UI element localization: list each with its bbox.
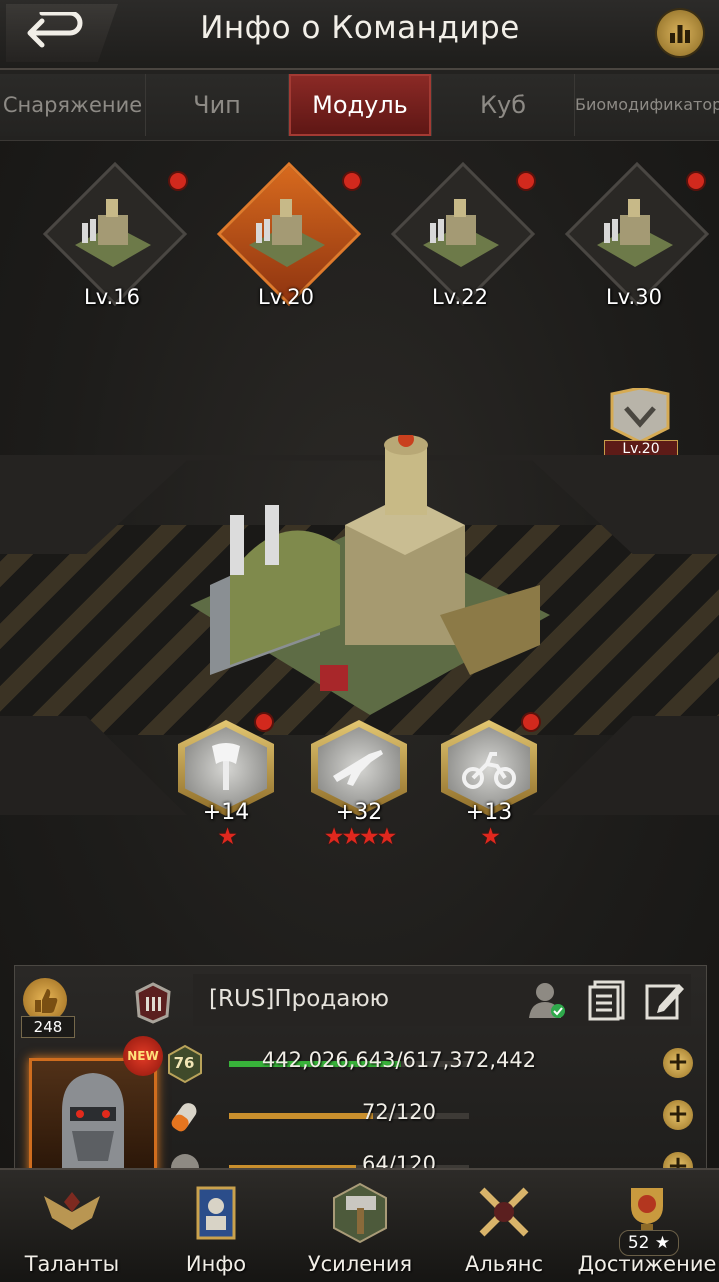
module-level: Lv.20 [258,285,314,309]
notification-dot [170,173,186,189]
star-rating: ★ [480,824,501,850]
commander-portrait[interactable] [29,1058,157,1177]
module-slot-2[interactable]: Lv.20 [216,161,362,309]
page-title: Инфо о Командире [200,10,520,46]
chevron-shield-icon [610,386,670,444]
nav-label: Усиления [307,1252,413,1276]
tab-module[interactable]: Модуль [289,74,432,136]
module-level: Lv.16 [84,285,140,309]
friend-status-icon[interactable] [525,978,569,1022]
nav-info[interactable]: Инфо [144,1170,288,1282]
skill-bonus: +32 [335,800,383,825]
nav-label: Инфо [185,1252,247,1276]
stamina-row: 72/120 + [163,1096,693,1136]
module-level: Lv.22 [432,285,488,309]
module-slot-4[interactable]: Lv.30 [564,161,710,309]
module-level-badge[interactable]: Lv.20 [604,386,678,464]
rank-icon [133,982,173,1024]
module-slot-3[interactable]: Lv.22 [390,161,536,309]
factory-icon [597,199,673,267]
wings-emblem-icon [44,1192,100,1230]
stats-button[interactable] [657,10,703,56]
new-badge: NEW [123,1036,163,1076]
tab-chip[interactable]: Чип [146,74,289,136]
skill-bonus: +13 [465,800,513,825]
edit-icon[interactable] [643,978,687,1022]
nav-label: Таланты [24,1252,120,1276]
module-factory-image [190,435,550,715]
tab-biomodifier[interactable]: Биомодификатор [575,74,719,136]
tab-cube[interactable]: Куб [432,74,575,136]
commander-level: 76 [173,1054,195,1072]
tab-equipment[interactable]: Снаряжение [0,74,146,136]
add-button[interactable]: + [663,1100,693,1130]
nav-achievements[interactable]: 52 ★ Достижение [575,1170,719,1282]
header-bar: Инфо о Командире [0,0,719,70]
notification-dot [518,173,534,189]
add-button[interactable]: + [663,1048,693,1078]
stamina-icon [171,1103,197,1132]
rifle-icon [333,750,383,786]
nav-boosts[interactable]: Усиления [288,1170,432,1282]
player-name: [RUS]Продаюю [209,986,390,1012]
star-rating: ★ [217,824,238,850]
motorcycle-icon [462,752,516,789]
skill-slot-axe[interactable]: +14 ★ [178,714,274,850]
module-level: Lv.30 [606,285,662,309]
hammer-icon [333,1182,387,1244]
nav-alliance[interactable]: Альянс [432,1170,576,1282]
module-slot-1[interactable]: Lv.16 [42,161,188,309]
factory-icon [249,199,325,267]
bottom-nav: Таланты Инфо Усиления Альянс 52 ★ Достиж… [0,1168,719,1282]
notification-dot [344,173,360,189]
tab-bar: Снаряжение Чип Модуль Куб Биомодификатор [0,70,719,141]
factory-icon [423,199,499,267]
skill-slot-motorcycle[interactable]: +13 ★ [441,714,539,850]
skill-bonus: +14 [202,800,250,825]
notification-dot [256,714,272,730]
nav-label: Альянс [464,1252,544,1276]
commander-card-icon [196,1186,236,1240]
nav-talents[interactable]: Таланты [0,1170,144,1282]
star-rating: ★★★★ [323,824,397,850]
axe-icon [212,743,240,790]
notification-dot [523,714,539,730]
nav-label: Достижение [577,1252,717,1276]
commander-info-panel: 248 [RUS]Продаюю NEW 76 442,026,643/617,… [14,965,707,1177]
level-progress-row: 76 442,026,643/617,372,442 + [163,1044,693,1084]
skill-slot-rifle[interactable]: +32 ★★★★ [311,720,407,850]
back-button[interactable] [6,4,118,62]
bar-chart-icon [670,25,690,43]
progress-text: 72/120 [362,1100,436,1124]
notification-dot [688,173,704,189]
records-icon[interactable] [585,978,629,1022]
commander-avatar [62,1073,124,1174]
like-count: 248 [21,1016,75,1038]
factory-icon [75,199,151,267]
back-arrow-icon [27,12,83,48]
crossed-swords-icon [479,1187,529,1237]
progress-text: 442,026,643/617,372,442 [261,1048,537,1072]
